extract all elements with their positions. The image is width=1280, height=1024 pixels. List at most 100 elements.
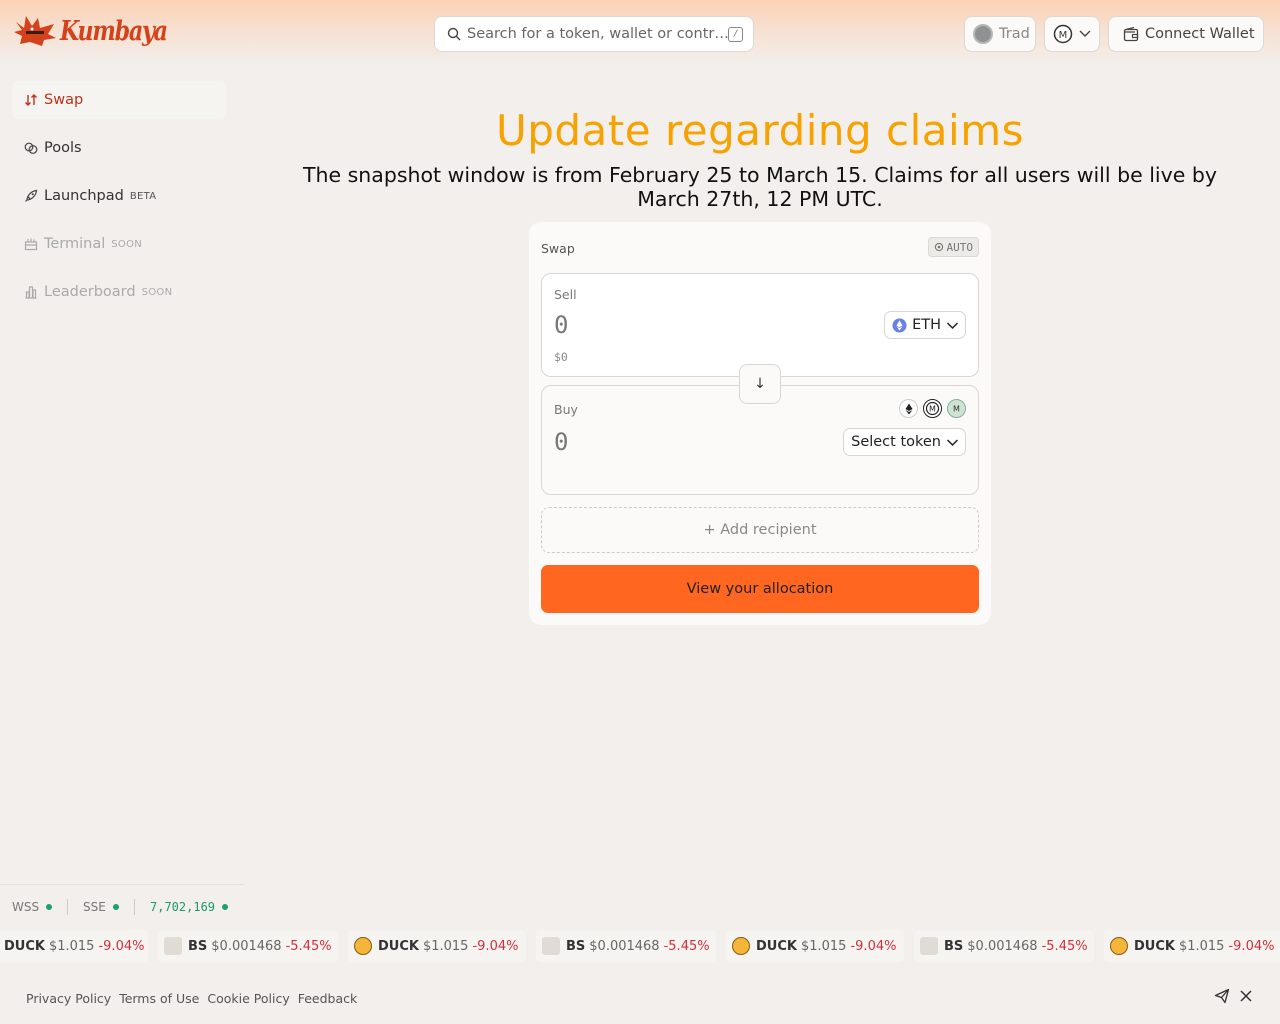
svg-text:M: M — [1059, 30, 1068, 41]
buy-label: Buy — [554, 402, 578, 417]
sell-label: Sell — [554, 287, 577, 302]
duck-token-icon — [354, 937, 372, 955]
announcement-title: Update regarding claims — [496, 106, 1024, 155]
ticker-item[interactable]: DUCK $1.015 -9.04% — [348, 930, 526, 962]
quick-m-stable-icon[interactable]: M — [947, 399, 966, 418]
ticker-change: -5.45% — [285, 938, 332, 954]
online-dot-icon — [46, 904, 53, 910]
bs-token-icon — [164, 937, 182, 955]
search-shortcut-key: / — [728, 26, 743, 42]
bs-token-icon — [920, 937, 938, 955]
sell-panel: Sell 0 $0 ETH — [541, 273, 979, 377]
divider — [134, 899, 135, 915]
sidebar-item-label: Launchpad — [44, 188, 124, 204]
wss-label: WSS — [12, 900, 40, 914]
ticker-price: $1.015 — [48, 938, 95, 954]
ticker-change: -9.04% — [98, 938, 145, 954]
ticker-price: $1.015 — [422, 938, 469, 954]
feedback-link[interactable]: Feedback — [298, 991, 358, 1006]
logo[interactable]: Kumbaya — [14, 14, 190, 48]
flip-direction-button[interactable]: ↓ — [739, 364, 781, 404]
quick-m-token-icon[interactable]: M — [923, 399, 942, 418]
ticker-change: -5.45% — [1041, 938, 1088, 954]
wallet-icon — [1123, 26, 1139, 42]
ticker-symbol: DUCK — [756, 938, 797, 954]
duck-token-icon — [732, 937, 750, 955]
ticker-item[interactable]: DUCK $1.015 -9.04% — [0, 930, 148, 962]
ticker-price: $0.001468 — [211, 938, 282, 954]
search-placeholder: Search for a token, wallet or contr… — [467, 26, 728, 42]
beta-badge: BETA — [129, 190, 157, 202]
block-number: 7,702,169 — [150, 900, 216, 914]
svg-text:M: M — [929, 405, 936, 414]
social-links — [1214, 988, 1252, 1004]
soon-badge: SOON — [141, 286, 173, 298]
ticker-symbol: BS — [188, 938, 208, 954]
trad-mode-button[interactable]: Trad — [964, 16, 1036, 52]
buy-amount-input[interactable]: 0 — [554, 428, 568, 456]
trad-label: Trad — [999, 26, 1030, 42]
ticker-change: -9.04% — [472, 938, 519, 954]
sidebar-item-label: Leaderboard — [44, 284, 136, 300]
telegram-icon[interactable] — [1214, 988, 1230, 1004]
select-token-label: Select token — [851, 434, 941, 450]
quick-eth-icon[interactable] — [899, 399, 918, 418]
ticker-item[interactable]: BS $0.001468 -5.45% — [914, 930, 1094, 962]
top-bar: Kumbaya Search for a token, wallet or co… — [0, 0, 1280, 66]
swap-arrows-icon — [24, 93, 38, 107]
sidebar-item-label: Terminal — [44, 236, 106, 252]
quick-token-list: M M — [899, 399, 966, 418]
ticker-item[interactable]: DUCK $1.015 -9.04% — [1104, 930, 1280, 962]
sidebar-item-label: Swap — [44, 92, 84, 108]
network-selector[interactable]: M — [1044, 16, 1100, 52]
ticker-price: $1.015 — [1178, 938, 1225, 954]
online-dot-icon — [112, 904, 119, 910]
view-allocation-button[interactable]: View your allocation — [541, 565, 979, 613]
ticker-symbol: DUCK — [4, 938, 45, 954]
chevron-down-icon — [1079, 30, 1091, 37]
ticker-price: $0.001468 — [967, 938, 1038, 954]
search-input[interactable]: Search for a token, wallet or contr… / — [434, 16, 754, 52]
chevron-down-icon — [946, 438, 959, 446]
avatar — [973, 24, 993, 44]
ticker-item[interactable]: BS $0.001468 -5.45% — [158, 930, 338, 962]
divider — [67, 899, 68, 915]
sell-amount-input[interactable]: 0 — [554, 311, 568, 339]
ticker-item[interactable]: BS $0.001468 -5.45% — [536, 930, 716, 962]
rocket-icon — [24, 189, 38, 203]
ticker-symbol: DUCK — [1134, 938, 1175, 954]
buy-token-selector[interactable]: Select token — [843, 428, 966, 456]
soon-badge: SOON — [111, 238, 143, 250]
sidebar-item-leaderboard: Leaderboard SOON — [12, 273, 226, 311]
connection-status-bar: WSS SSE 7,702,169 — [0, 884, 244, 930]
sidebar-item-pools[interactable]: Pools — [12, 129, 226, 167]
connect-wallet-label: Connect Wallet — [1145, 26, 1255, 42]
online-dot-icon — [222, 904, 229, 910]
ticker-price: $0.001468 — [589, 938, 660, 954]
sidebar-item-swap[interactable]: Swap — [12, 81, 226, 119]
ticker-change: -9.04% — [850, 938, 897, 954]
chevron-down-icon — [946, 321, 959, 329]
ticker-item[interactable]: DUCK $1.015 -9.04% — [726, 930, 904, 962]
x-twitter-icon[interactable] — [1240, 990, 1252, 1002]
privacy-policy-link[interactable]: Privacy Policy — [26, 991, 111, 1006]
ticker-price: $1.015 — [800, 938, 847, 954]
add-recipient-button[interactable]: + Add recipient — [541, 507, 979, 553]
eth-icon — [892, 317, 907, 333]
ticker-symbol: BS — [944, 938, 964, 954]
footer-links: Privacy Policy Terms of Use Cookie Polic… — [26, 991, 357, 1006]
terms-of-use-link[interactable]: Terms of Use — [119, 991, 199, 1006]
cookie-policy-link[interactable]: Cookie Policy — [207, 991, 289, 1006]
wss-status: WSS — [12, 900, 53, 914]
sidebar-item-launchpad[interactable]: Launchpad BETA — [12, 177, 226, 215]
ticker-symbol: DUCK — [378, 938, 419, 954]
terminal-icon — [24, 237, 38, 251]
block-number-status: 7,702,169 — [150, 900, 229, 914]
ticker-symbol: BS — [566, 938, 586, 954]
auto-slippage-button[interactable]: AUTO — [927, 237, 979, 257]
connect-wallet-button[interactable]: Connect Wallet — [1108, 16, 1264, 52]
sell-token-label: ETH — [912, 317, 941, 333]
gear-icon — [934, 242, 943, 252]
search-icon — [447, 27, 461, 41]
sell-token-selector[interactable]: ETH — [884, 311, 966, 339]
